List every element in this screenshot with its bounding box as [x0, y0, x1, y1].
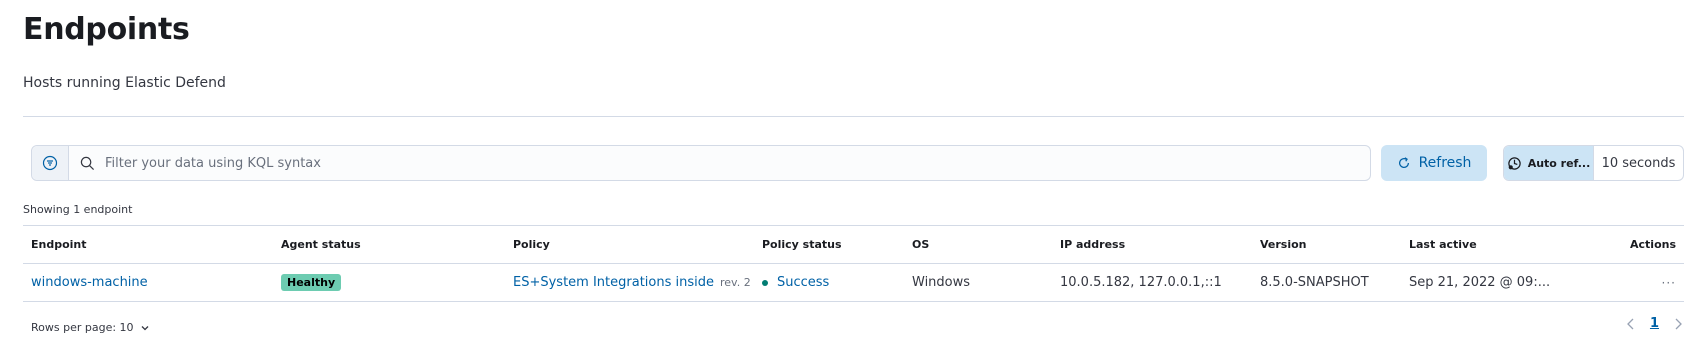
- refresh-label: Refresh: [1418, 155, 1472, 171]
- column-header-ip-address[interactable]: IP address: [1060, 226, 1125, 263]
- column-header-last-active[interactable]: Last active: [1409, 226, 1477, 263]
- policy-cell: ES+System Integrations inside rev. 2: [513, 264, 751, 301]
- column-header-endpoint[interactable]: Endpoint: [31, 226, 87, 263]
- table-header-row: Endpoint Agent status Policy Policy stat…: [23, 226, 1684, 264]
- search-icon: [80, 156, 95, 171]
- chevron-down-icon: [141, 325, 149, 330]
- agent-status-badge: Healthy: [281, 274, 342, 291]
- refresh-icon: [1398, 157, 1409, 168]
- column-header-actions: Actions: [1630, 238, 1676, 251]
- policy-link[interactable]: ES+System Integrations inside: [513, 275, 714, 290]
- endpoint-link[interactable]: windows-machine: [31, 264, 148, 301]
- filter-icon: [42, 155, 58, 171]
- auto-refresh-toggle[interactable]: Auto ref...: [1504, 146, 1594, 180]
- auto-refresh-interval[interactable]: 10 seconds: [1594, 156, 1683, 171]
- column-header-agent-status[interactable]: Agent status: [281, 226, 361, 263]
- agent-status-cell: Healthy: [281, 264, 342, 301]
- filter-button[interactable]: [32, 146, 69, 180]
- pagination: 1: [1626, 316, 1683, 331]
- column-header-os[interactable]: OS: [912, 226, 929, 263]
- search-bar: [31, 145, 1371, 181]
- page-subtitle: Hosts running Elastic Defend: [23, 75, 226, 91]
- refresh-button[interactable]: Refresh: [1381, 145, 1487, 181]
- status-dot-icon: [762, 279, 768, 286]
- policy-status-cell: Success: [762, 264, 829, 301]
- table-row: windows-machine Healthy ES+System Integr…: [23, 264, 1684, 302]
- chevron-right-icon[interactable]: [1673, 318, 1683, 330]
- column-header-policy-status[interactable]: Policy status: [762, 226, 842, 263]
- ip-address-cell: 10.0.5.182, 127.0.0.1,::1: [1060, 275, 1222, 290]
- endpoints-table: Endpoint Agent status Policy Policy stat…: [23, 225, 1684, 302]
- policy-status-link[interactable]: Success: [777, 275, 829, 290]
- page-number[interactable]: 1: [1650, 316, 1659, 331]
- auto-refresh-control: Auto ref... 10 seconds: [1503, 145, 1684, 181]
- policy-revision: rev. 2: [720, 276, 751, 289]
- rows-per-page-label: Rows per page: 10: [31, 321, 134, 334]
- page-title: Endpoints: [23, 12, 190, 47]
- version-cell: 8.5.0-SNAPSHOT: [1260, 275, 1369, 290]
- column-header-version[interactable]: Version: [1260, 226, 1307, 263]
- endpoint-count: Showing 1 endpoint: [23, 203, 133, 216]
- os-cell: Windows: [912, 275, 971, 290]
- auto-refresh-icon: [1507, 156, 1521, 170]
- column-header-policy[interactable]: Policy: [513, 226, 550, 263]
- search-input[interactable]: [103, 154, 1307, 172]
- chevron-left-icon[interactable]: [1626, 318, 1636, 330]
- actions-menu-icon[interactable]: ···: [1662, 264, 1676, 301]
- auto-refresh-label: Auto ref...: [1527, 156, 1591, 170]
- header-divider: [23, 116, 1684, 117]
- last-active-cell: Sep 21, 2022 @ 09:...: [1409, 275, 1551, 290]
- rows-per-page-selector[interactable]: Rows per page: 10: [31, 321, 150, 334]
